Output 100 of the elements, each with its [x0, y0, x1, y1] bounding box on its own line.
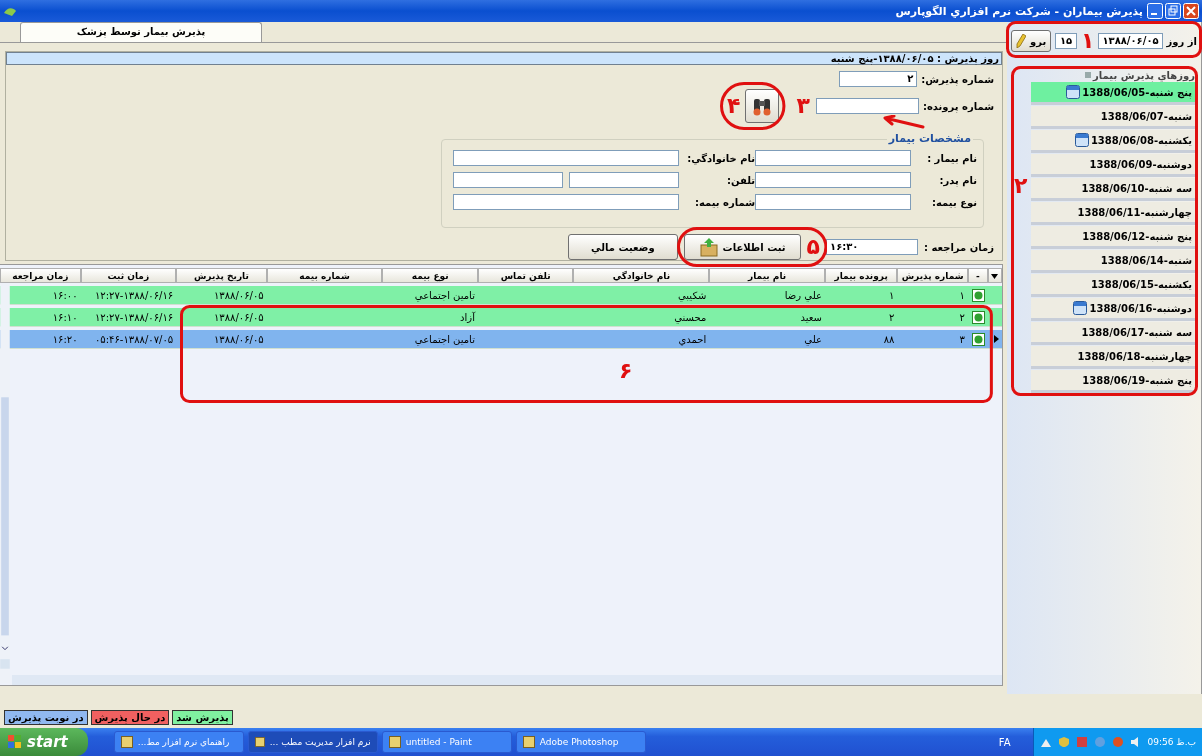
day-item[interactable]: دوشنبه-1388/06/16: [1031, 298, 1195, 321]
file-number-field[interactable]: [815, 98, 919, 114]
search-button[interactable]: [744, 89, 779, 123]
financial-status-button[interactable]: وضعيت مالي: [568, 234, 678, 260]
input-field[interactable]: [569, 172, 679, 188]
table-cell: محسني: [573, 308, 710, 327]
input-field[interactable]: [755, 172, 911, 188]
column-header[interactable]: نوع بيمه: [382, 268, 478, 283]
record-icon: [971, 310, 985, 324]
day-item[interactable]: شنبه-1388/06/07: [1031, 106, 1195, 129]
day-list-title: روزهاي پذيرش بيمار: [1093, 69, 1195, 81]
language-indicator[interactable]: FA: [998, 736, 1011, 748]
input-field[interactable]: [453, 150, 679, 166]
collapse-icon: [1085, 72, 1092, 78]
input-field[interactable]: [755, 150, 911, 166]
day-item[interactable]: سه شنبه-1388/06/17: [1031, 322, 1195, 345]
table-cell: علي: [709, 330, 825, 349]
field-label: نام خانوادگي:: [686, 152, 755, 164]
table-cell: شکيبي: [573, 286, 710, 305]
day-item[interactable]: يکشنبه-1388/06/08: [1031, 130, 1195, 153]
column-header[interactable]: نام خانوادگي: [573, 268, 710, 283]
input-field[interactable]: [453, 172, 563, 188]
table-cell: ۲: [825, 308, 898, 327]
taskbar-button[interactable]: untitled - Paint: [381, 731, 512, 753]
table-cell: ۲: [897, 308, 968, 327]
minimize-icon: [1147, 3, 1163, 19]
close-icon: [1183, 3, 1199, 19]
column-header[interactable]: تلفن تماس: [477, 268, 574, 283]
column-header[interactable]: پرونده بيمار: [825, 268, 898, 283]
shield-icon: [1057, 736, 1070, 748]
record-icon: [971, 332, 985, 346]
day-item[interactable]: يکشنبه-1388/06/15: [1031, 274, 1195, 297]
field-label: نوع بيمه:: [931, 196, 977, 208]
field-label: زمان مراجعه :: [924, 241, 994, 253]
clock: 09:56 ب.ظ: [1147, 737, 1196, 747]
restore-icon: [1165, 3, 1181, 19]
dropdown-icon: [991, 273, 999, 279]
annotation-number: ۲: [1014, 174, 1028, 198]
table-cell: ۱۳۸۸/۰۶/۰۵: [176, 330, 267, 349]
tab[interactable]: پذيرش بيمار توسط پزشک: [20, 22, 262, 42]
table-cell: ۱۳۸۸/۰۶/۰۵: [176, 308, 267, 327]
window-title: پذيرش بيماران - شرکت نرم افزاري الگوپارس: [895, 4, 1143, 18]
group-title: مشخصات بيمار: [886, 132, 973, 145]
column-header[interactable]: تاريخ پذيرش: [176, 268, 267, 283]
column-header[interactable]: شماره بيمه: [266, 268, 383, 283]
annotation-number: ۶: [619, 359, 633, 383]
field-label: نام بيمار :: [926, 152, 977, 164]
table-cell: ۱: [825, 286, 898, 305]
go-button[interactable]: برو: [1011, 30, 1052, 52]
record-tray-icon: [1111, 736, 1124, 748]
column-header[interactable]: زمان ثبت: [80, 268, 177, 283]
status-legend-item: در حال پذيرش: [90, 710, 170, 725]
admission-number-field[interactable]: ۲: [839, 71, 918, 87]
table-cell: ۱: [897, 286, 968, 305]
field-label: شماره پرونده:: [922, 100, 994, 112]
window-icon: [522, 736, 535, 748]
day-item[interactable]: سه شنبه-1388/06/10: [1031, 178, 1195, 201]
count-field[interactable]: ۱۵: [1055, 33, 1077, 49]
table-cell: ۱۲:۲۷-۱۳۸۸/۰۶/۱۶: [80, 286, 177, 305]
annotation-number: ۱: [1081, 29, 1095, 53]
table-cell: احمدي: [573, 330, 710, 349]
field-label: تلفن:: [725, 174, 755, 186]
table-cell: تامين اجتماعي: [382, 286, 478, 305]
status-legend-item: پذيرش شد: [172, 710, 233, 725]
status-legend-item: در نوبت پذيرش: [4, 710, 88, 725]
table-cell: سعيد: [709, 308, 825, 327]
save-button[interactable]: ثبت اطلاعات: [683, 234, 801, 260]
record-icon: [971, 288, 985, 302]
taskbar-button[interactable]: Adobe Photoshop: [515, 731, 646, 753]
field-label: نام پدر:: [938, 174, 977, 186]
day-item[interactable]: شنبه-1388/06/14: [1031, 250, 1195, 273]
window-icon: [254, 736, 265, 748]
column-header[interactable]: نام بيمار: [709, 268, 825, 283]
app-tray-icon: [1075, 736, 1088, 748]
input-field[interactable]: [755, 194, 911, 210]
table-cell: ۸۸: [825, 330, 898, 349]
table-cell: ۱۲:۲۷-۱۳۸۸/۰۶/۱۶: [80, 308, 177, 327]
day-item[interactable]: پنج شنبه-1388/06/05: [1031, 82, 1195, 105]
from-date-label: از روز: [1166, 35, 1197, 47]
column-header[interactable]: زمان مراجعه: [0, 268, 81, 283]
app-icon: [3, 5, 17, 17]
day-item[interactable]: چهارشنبه-1388/06/18: [1031, 346, 1195, 369]
pencil-icon: [1016, 34, 1026, 48]
day-item[interactable]: دوشنبه-1388/06/09: [1031, 154, 1195, 177]
column-header[interactable]: شماره پذيرش: [897, 268, 968, 283]
table-cell: علي رضا: [709, 286, 825, 305]
annotation-number: ۴: [727, 94, 741, 118]
field-label: شماره بيمه:: [693, 196, 755, 208]
day-item[interactable]: چهارشنبه-1388/06/11: [1031, 202, 1195, 225]
table-cell: تامين اجتماعي: [382, 330, 478, 349]
date-field[interactable]: ۱۳۸۸/۰۶/۰۵: [1098, 33, 1163, 49]
day-item[interactable]: پنج شنبه-1388/06/19: [1031, 370, 1195, 393]
taskbar-button[interactable]: ...راهنماي نرم افزار مط: [113, 731, 244, 753]
taskbar-button[interactable]: ... نرم افزار مديريت مطب: [247, 731, 378, 753]
input-field[interactable]: [453, 194, 679, 210]
box-icon: [698, 237, 719, 257]
day-item[interactable]: پنج شنبه-1388/06/12: [1031, 226, 1195, 249]
table-cell: ۱۳۸۸/۰۶/۰۵: [176, 286, 267, 305]
visit-time-field[interactable]: ۱۶:۳۰: [826, 239, 919, 255]
table-cell: ۰۵:۴۶-۱۳۸۸/۰۷/۰۵: [80, 330, 177, 349]
